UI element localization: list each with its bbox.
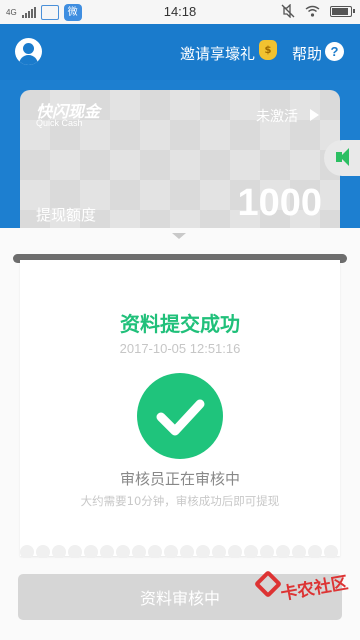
watermark-icon [253, 569, 283, 599]
status-right [281, 4, 355, 18]
battery-icon [330, 5, 355, 17]
credit-limit-amount: 1000 [237, 182, 322, 224]
review-status-title: 审核员正在审核中 [119, 470, 240, 488]
help-link[interactable]: 帮助 [292, 43, 322, 64]
wifi-icon [305, 5, 320, 17]
activation-status[interactable]: 未激活 [256, 106, 298, 126]
mute-icon [281, 4, 295, 18]
success-title: 资料提交成功 [120, 312, 240, 336]
review-status-button-label: 资料审核中 [139, 589, 220, 608]
pull-down-arrow-icon [172, 233, 186, 239]
receipt-torn-edge [20, 544, 340, 558]
submit-timestamp: 2017-10-05 12:51:16 [119, 341, 241, 356]
app-header: 邀请享壕礼 $ 帮助 ? [0, 24, 360, 80]
review-status-note: 大约需要10分钟，审核成功后即可提现 [80, 494, 280, 508]
credit-limit-label: 提现额度 [36, 206, 97, 224]
status-bar: 4G 微 14:18 [0, 0, 360, 24]
watermark-text: 卡农社区 [279, 573, 350, 605]
money-bag-icon[interactable]: $ [259, 40, 277, 60]
cash-card: 快闪现金 Quick Cash 未激活 提现额度 1000 [20, 90, 340, 250]
speaker-icon[interactable] [324, 140, 360, 176]
success-check-icon [137, 373, 223, 459]
watermark-logo: 卡农社区 [253, 568, 358, 608]
brand-subtitle: Quick Cash [36, 118, 83, 128]
chevron-right-icon[interactable] [310, 109, 319, 121]
profile-avatar[interactable] [15, 38, 42, 65]
invite-link[interactable]: 邀请享壕礼 [180, 43, 255, 64]
help-icon[interactable]: ? [325, 42, 344, 61]
